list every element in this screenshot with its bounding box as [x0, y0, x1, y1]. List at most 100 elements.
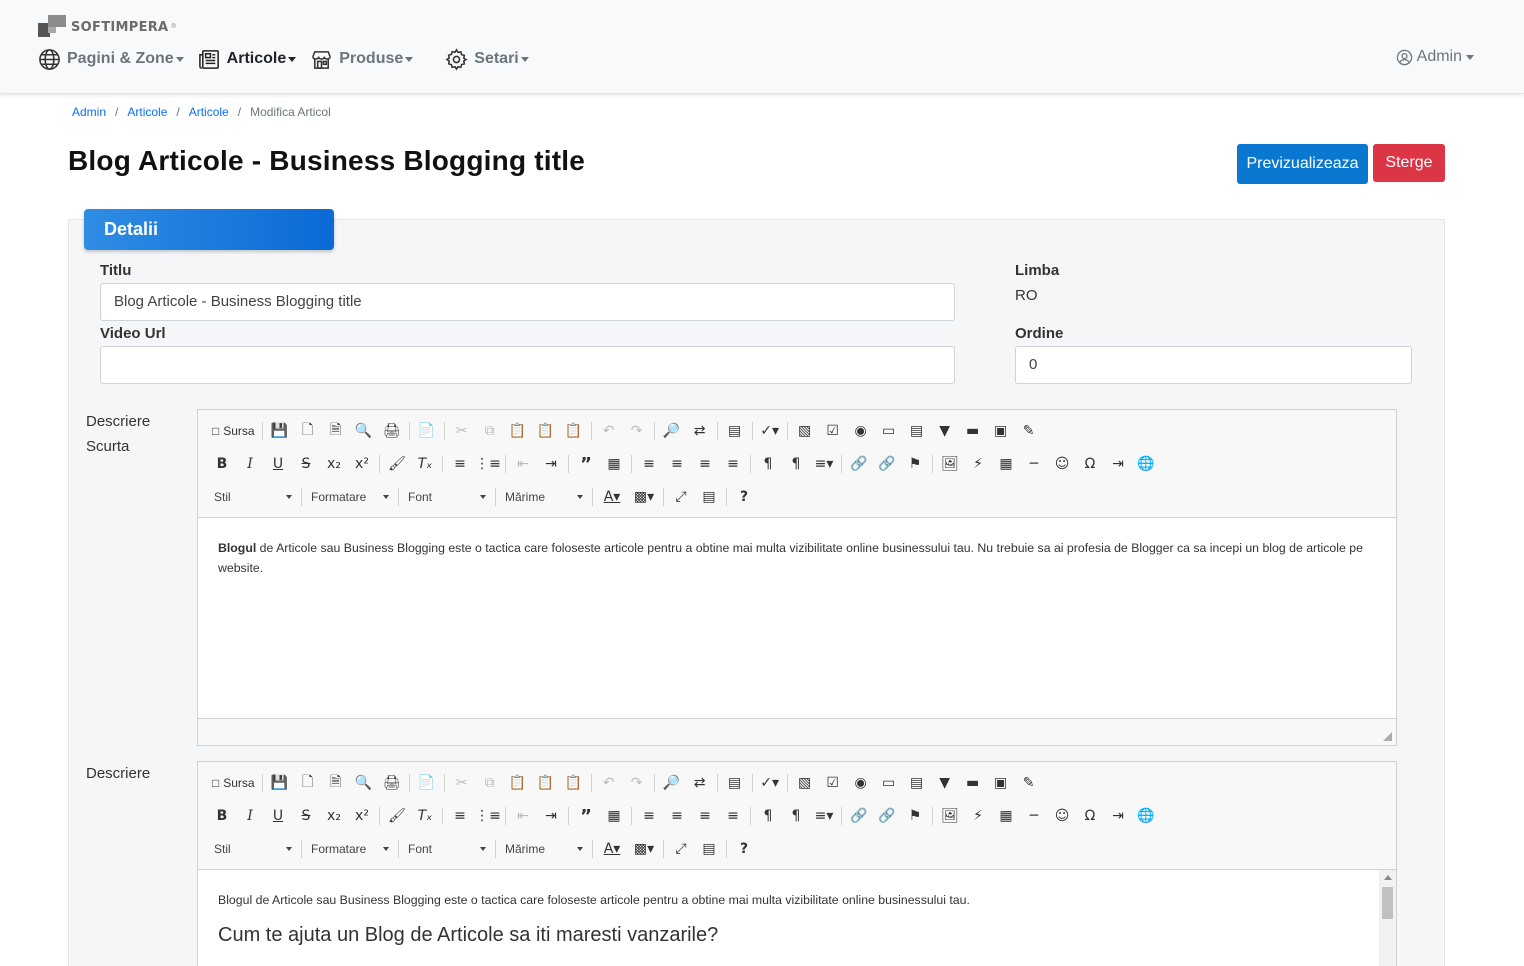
copy-icon[interactable]: ⧉	[476, 419, 504, 443]
select-field-icon[interactable]: ▼	[931, 771, 959, 795]
resize-handle-icon[interactable]	[1383, 732, 1392, 741]
anchor-flag-icon[interactable]: ⚑	[901, 804, 929, 828]
table-icon[interactable]: ▦	[992, 452, 1020, 476]
size-select[interactable]: Mărime	[499, 485, 589, 509]
preview-icon[interactable]: 🔍	[350, 419, 378, 443]
hidden-field-icon[interactable]: ✎	[1015, 771, 1043, 795]
justify-icon[interactable]: ≡	[719, 804, 747, 828]
remove-format-icon[interactable]: Tₓ	[411, 804, 439, 828]
style-select[interactable]: Stil	[208, 485, 298, 509]
paste-icon[interactable]: 📋	[504, 771, 532, 795]
rtl-icon[interactable]: ¶	[782, 452, 810, 476]
subscript-icon[interactable]: x₂	[320, 452, 348, 476]
bulleted-list-icon[interactable]: ⋮≡	[474, 804, 502, 828]
background-color-icon[interactable]: ▩▾	[628, 485, 660, 509]
description-content[interactable]: Blogul de Articole sau Business Blogging…	[198, 870, 1396, 966]
flash-icon[interactable]: ⚡	[964, 452, 992, 476]
unlink-icon[interactable]: 🔗	[873, 804, 901, 828]
text-color-icon[interactable]: A▾	[596, 485, 628, 509]
copy-format-icon[interactable]: 🖌	[383, 452, 411, 476]
nav-pages-dropdown[interactable]: Pagini & Zone	[38, 48, 184, 71]
breadcrumb-articles[interactable]: Articole	[127, 105, 167, 119]
page-break-icon[interactable]: ⇥	[1104, 452, 1132, 476]
underline-icon[interactable]: U	[264, 452, 292, 476]
scroll-up-icon[interactable]	[1384, 875, 1392, 880]
blockquote-icon[interactable]: ”	[572, 452, 600, 476]
paste-text-icon[interactable]: 📋	[532, 771, 560, 795]
new-page-icon[interactable]: 🗋	[294, 419, 322, 443]
find-icon[interactable]: 🔎	[658, 419, 686, 443]
special-char-icon[interactable]: Ω	[1076, 804, 1104, 828]
order-input[interactable]: 0	[1015, 346, 1412, 384]
format-select[interactable]: Formatare	[305, 837, 395, 861]
outdent-icon[interactable]: ⇤	[509, 804, 537, 828]
cut-icon[interactable]: ✂	[448, 771, 476, 795]
button-field-icon[interactable]: ▬	[959, 419, 987, 443]
language-select-icon[interactable]: ≡▾	[810, 452, 838, 476]
show-blocks-icon[interactable]: ▤	[695, 837, 723, 861]
div-container-icon[interactable]: ▦	[600, 452, 628, 476]
horizontal-rule-icon[interactable]: ─	[1020, 804, 1048, 828]
paste-word-icon[interactable]: 📋	[560, 419, 588, 443]
short-description-content[interactable]: Blogul de Articole sau Business Blogging…	[198, 518, 1396, 718]
source-button[interactable]: □ Sursa	[208, 771, 259, 795]
details-tab[interactable]: Detalii	[84, 209, 334, 250]
bold-icon[interactable]: B	[208, 804, 236, 828]
radio-icon[interactable]: ◉	[847, 771, 875, 795]
spellcheck-icon[interactable]: ✓▾	[756, 419, 784, 443]
nav-settings-dropdown[interactable]: Setari	[445, 47, 529, 71]
select-all-icon[interactable]: ▤	[721, 419, 749, 443]
cut-icon[interactable]: ✂	[448, 419, 476, 443]
blockquote-icon[interactable]: ”	[572, 804, 600, 828]
format-select[interactable]: Formatare	[305, 485, 395, 509]
paste-text-icon[interactable]: 📋	[532, 419, 560, 443]
scroll-thumb[interactable]	[1382, 887, 1393, 919]
strikethrough-icon[interactable]: S	[292, 452, 320, 476]
spellcheck-icon[interactable]: ✓▾	[756, 771, 784, 795]
indent-icon[interactable]: ⇥	[537, 452, 565, 476]
maximize-icon[interactable]: ⤢	[667, 485, 695, 509]
preview-icon[interactable]: 🔍	[350, 771, 378, 795]
language-select-icon[interactable]: ≡▾	[810, 804, 838, 828]
flash-icon[interactable]: ⚡	[964, 804, 992, 828]
textarea-icon[interactable]: ▤	[903, 771, 931, 795]
font-select[interactable]: Font	[402, 485, 492, 509]
rtl-icon[interactable]: ¶	[782, 804, 810, 828]
align-left-icon[interactable]: ≡	[635, 452, 663, 476]
hidden-field-icon[interactable]: ✎	[1015, 419, 1043, 443]
underline-icon[interactable]: U	[264, 804, 292, 828]
text-color-icon[interactable]: A▾	[596, 837, 628, 861]
select-all-icon[interactable]: ▤	[721, 771, 749, 795]
outdent-icon[interactable]: ⇤	[509, 452, 537, 476]
preview-button[interactable]: Previzualizeaza	[1237, 144, 1368, 184]
delete-button[interactable]: Sterge	[1373, 144, 1445, 182]
new-page-icon[interactable]: 🗋	[294, 771, 322, 795]
numbered-list-icon[interactable]: ≡	[446, 452, 474, 476]
superscript-icon[interactable]: x²	[348, 452, 376, 476]
redo-icon[interactable]: ↷	[623, 771, 651, 795]
radio-icon[interactable]: ◉	[847, 419, 875, 443]
brand-logo[interactable]: SOFTIMPERA ®	[38, 15, 176, 39]
templates-icon[interactable]: 📄	[413, 771, 441, 795]
align-center-icon[interactable]: ≡	[663, 452, 691, 476]
link-icon[interactable]: 🔗	[845, 804, 873, 828]
align-center-icon[interactable]: ≡	[663, 804, 691, 828]
numbered-list-icon[interactable]: ≡	[446, 804, 474, 828]
checkbox-icon[interactable]: ☑	[819, 419, 847, 443]
textfield-icon[interactable]: ▭	[875, 419, 903, 443]
save-icon[interactable]: 💾	[266, 419, 294, 443]
image-icon[interactable]: 🖼	[936, 452, 964, 476]
source-button[interactable]: □ Sursa	[208, 419, 259, 443]
maximize-icon[interactable]: ⤢	[667, 837, 695, 861]
strikethrough-icon[interactable]: S	[292, 804, 320, 828]
special-char-icon[interactable]: Ω	[1076, 452, 1104, 476]
iframe-globe-icon[interactable]: 🌐	[1132, 804, 1160, 828]
find-icon[interactable]: 🔎	[658, 771, 686, 795]
form-icon[interactable]: ▧	[791, 771, 819, 795]
bulleted-list-icon[interactable]: ⋮≡	[474, 452, 502, 476]
select-field-icon[interactable]: ▼	[931, 419, 959, 443]
button-field-icon[interactable]: ▬	[959, 771, 987, 795]
horizontal-rule-icon[interactable]: ─	[1020, 452, 1048, 476]
indent-icon[interactable]: ⇥	[537, 804, 565, 828]
smiley-icon[interactable]: ☺	[1048, 804, 1076, 828]
